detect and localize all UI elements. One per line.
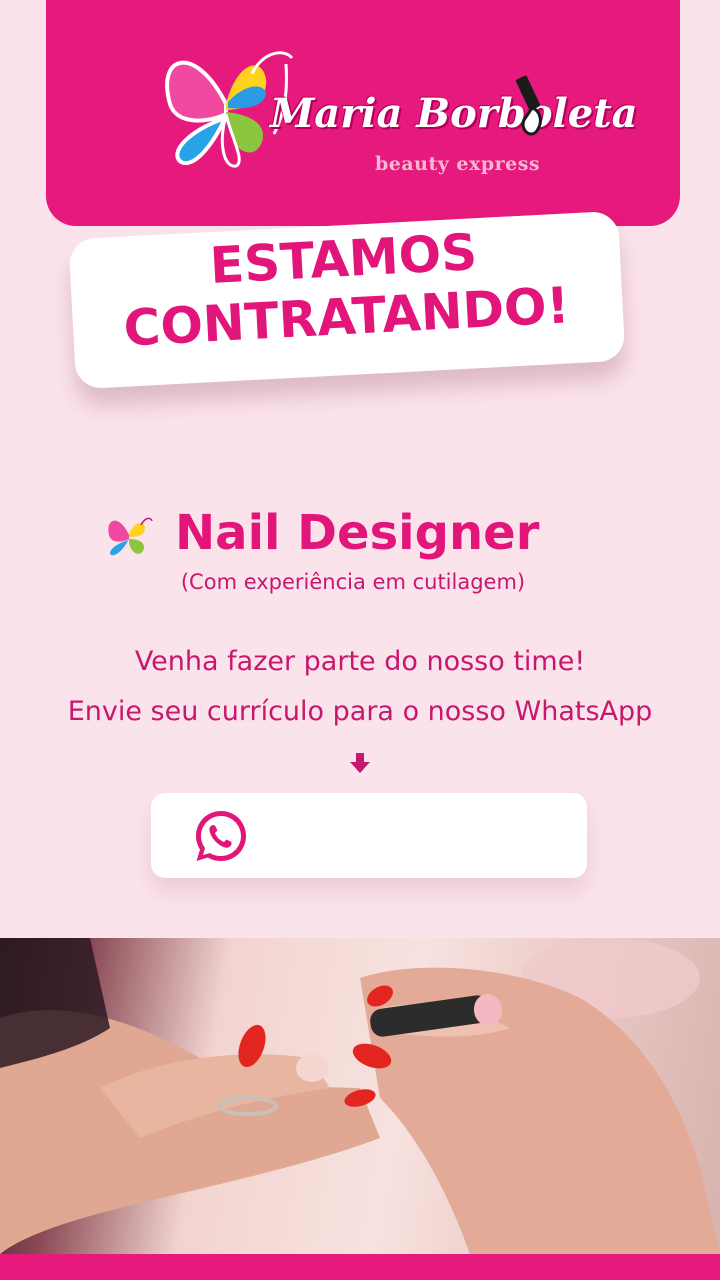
arrow-down-icon — [350, 753, 370, 773]
job-requirement: (Com experiência em cutilagem) — [180, 570, 526, 594]
whatsapp-icon — [196, 811, 246, 861]
manicure-photo — [0, 938, 720, 1254]
bottom-bar — [0, 1254, 720, 1280]
butterfly-icon — [108, 517, 153, 556]
send-cv-message: Envie seu currículo para o nosso WhatsAp… — [67, 696, 653, 727]
manicure-illustration — [0, 938, 720, 1254]
whatsapp-contact-button[interactable] — [151, 793, 587, 878]
invite-message: Venha fazer parte do nosso time! — [134, 646, 586, 677]
job-title: Nail Designer — [175, 505, 540, 561]
brand-name: Maria Borboleta — [270, 90, 638, 137]
brand-logo: Maria Borboleta beauty express — [150, 40, 638, 190]
nail-polish-icon — [516, 75, 542, 136]
job-title-row: Nail Designer — [105, 505, 625, 575]
brand-tagline: beauty express — [375, 153, 541, 175]
